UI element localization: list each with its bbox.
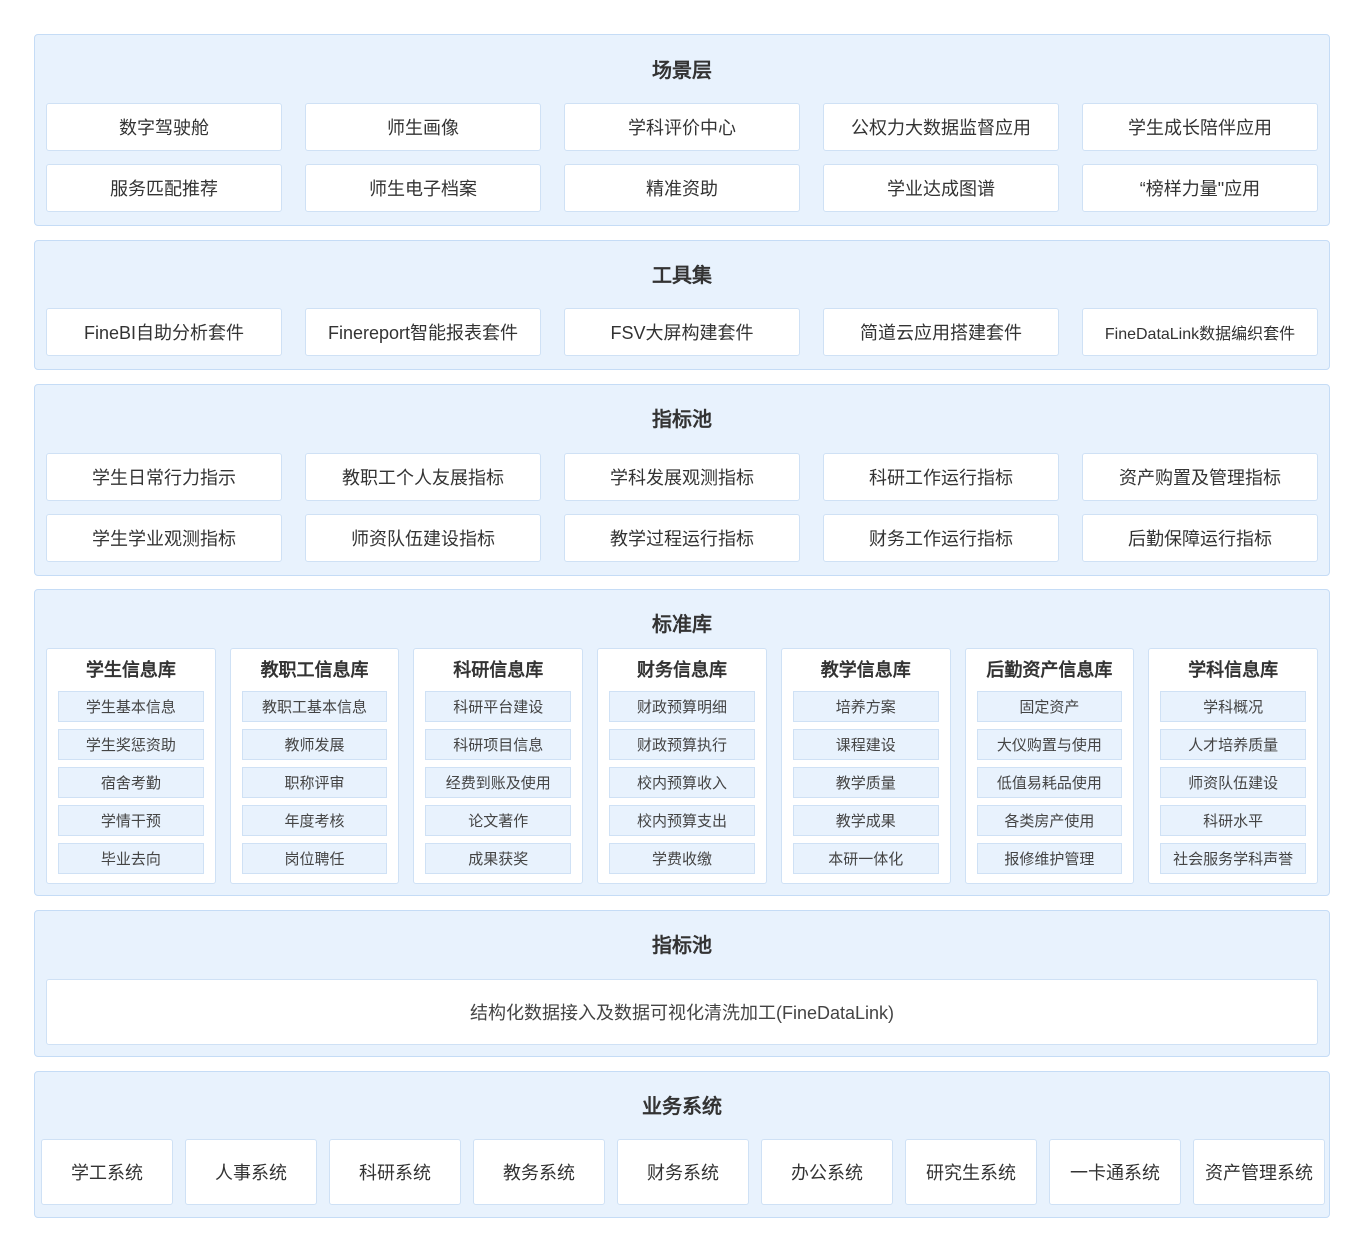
library-item: 学科概况 xyxy=(1160,691,1306,722)
business-systems-layer: 业务系统 学工系统 人事系统 科研系统 教务系统 财务系统 办公系统 研究生系统… xyxy=(34,1071,1330,1218)
library-title: 财务信息库 xyxy=(636,660,727,680)
library-item: 培养方案 xyxy=(792,691,939,722)
library-item: 教师发展 xyxy=(241,729,388,760)
library-item: 教学质量 xyxy=(792,767,939,798)
library-item: 经费到账及使用 xyxy=(425,767,572,798)
scene-item: 服务匹配推荐 xyxy=(46,164,282,212)
library-item: 岗位聘任 xyxy=(241,843,388,874)
scene-layer-title: 场景层 xyxy=(652,60,712,82)
library-title: 教学信息库 xyxy=(820,660,911,680)
library-item: 成果获奖 xyxy=(425,843,572,874)
scene-item: 精准资助 xyxy=(564,164,800,212)
business-systems-title: 业务系统 xyxy=(642,1096,722,1118)
library-card: 财务信息库 财政预算明细 财政预算执行 校内预算收入 校内预算支出 学费收缴 xyxy=(597,648,767,884)
library-title: 后勤资产信息库 xyxy=(986,660,1113,680)
library-item: 学费收缴 xyxy=(609,843,755,874)
library-item: 职称评审 xyxy=(241,767,388,798)
tool-item: Finereport智能报表套件 xyxy=(305,308,541,356)
library-item: 各类房产使用 xyxy=(976,805,1123,836)
indicator-pool-layer: 指标池 学生日常行力指示 教职工个人友展指标 学科发展观测指标 科研工作运行指标… xyxy=(34,384,1330,576)
toolset-layer: 工具集 FineBI自助分析套件 Finereport智能报表套件 FSV大屏构… xyxy=(34,240,1330,370)
tool-item: 简道云应用搭建套件 xyxy=(823,308,1059,356)
indicator-item: 后勤保障运行指标 xyxy=(1082,514,1318,562)
tool-item: FSV大屏构建套件 xyxy=(564,308,800,356)
library-item: 科研水平 xyxy=(1160,805,1306,836)
library-card: 学科信息库 学科概况 人才培养质量 师资队伍建设 科研水平 社会服务学科声誉 xyxy=(1148,648,1318,884)
scene-item: 学科评价中心 xyxy=(564,103,800,151)
library-item: 财政预算执行 xyxy=(609,729,755,760)
indicator-item: 学科发展观测指标 xyxy=(564,453,800,501)
system-item: 资产管理系统 xyxy=(1193,1139,1325,1205)
system-item: 一卡通系统 xyxy=(1049,1139,1181,1205)
indicator-item: 教学过程运行指标 xyxy=(564,514,800,562)
library-item: 科研项目信息 xyxy=(425,729,572,760)
system-item: 教务系统 xyxy=(473,1139,605,1205)
toolset-layer-title: 工具集 xyxy=(652,265,712,287)
indicator-item: 学生日常行力指示 xyxy=(46,453,282,501)
library-card: 教学信息库 培养方案 课程建设 教学质量 教学成果 本研一体化 xyxy=(780,648,951,884)
indicator-pool-title: 指标池 xyxy=(652,409,712,431)
data-integration-layer: 指标池 结构化数据接入及数据可视化清洗加工(FineDataLink) xyxy=(34,910,1330,1057)
library-item: 报修维护管理 xyxy=(976,843,1123,874)
indicator-item: 学生学业观测指标 xyxy=(46,514,282,562)
standard-library-layer: 标准库 学生信息库 学生基本信息 学生奖惩资助 宿舍考勤 学情干预 毕业去向 教… xyxy=(34,589,1330,896)
data-integration-title: 指标池 xyxy=(652,935,712,957)
library-item: 学生奖惩资助 xyxy=(58,729,204,760)
library-item: 本研一体化 xyxy=(792,843,939,874)
library-item: 财政预算明细 xyxy=(609,691,755,722)
scene-item: 学生成长陪伴应用 xyxy=(1082,103,1318,151)
library-card: 后勤资产信息库 固定资产 大仪购置与使用 低值易耗品使用 各类房产使用 报修维护… xyxy=(964,648,1135,884)
tool-item: FineBI自助分析套件 xyxy=(46,308,282,356)
library-item: 毕业去向 xyxy=(58,843,204,874)
indicator-item: 教职工个人友展指标 xyxy=(305,453,541,501)
system-item: 人事系统 xyxy=(185,1139,317,1205)
scene-layer: 场景层 数字驾驶舱 师生画像 学科评价中心 公权力大数据监督应用 学生成长陪伴应… xyxy=(34,34,1330,226)
library-item: 固定资产 xyxy=(976,691,1123,722)
library-item: 学生基本信息 xyxy=(58,691,204,722)
scene-item: 公权力大数据监督应用 xyxy=(823,103,1059,151)
library-item: 宿舍考勤 xyxy=(58,767,204,798)
scene-item: 数字驾驶舱 xyxy=(46,103,282,151)
library-item: 教学成果 xyxy=(792,805,939,836)
system-item: 科研系统 xyxy=(329,1139,461,1205)
library-item: 学情干预 xyxy=(58,805,204,836)
system-item: 学工系统 xyxy=(41,1139,173,1205)
library-item: 人才培养质量 xyxy=(1160,729,1306,760)
system-item: 财务系统 xyxy=(617,1139,749,1205)
library-card: 科研信息库 科研平台建设 科研项目信息 经费到账及使用 论文著作 成果获奖 xyxy=(413,648,584,884)
library-item: 论文著作 xyxy=(425,805,572,836)
library-item: 年度考核 xyxy=(241,805,388,836)
library-title: 学科信息库 xyxy=(1188,660,1279,680)
indicator-item: 资产购置及管理指标 xyxy=(1082,453,1318,501)
indicator-item: 师资队伍建设指标 xyxy=(305,514,541,562)
library-title: 教职工信息库 xyxy=(260,660,369,680)
library-item: 校内预算收入 xyxy=(609,767,755,798)
scene-item: 师生电子档案 xyxy=(305,164,541,212)
library-item: 社会服务学科声誉 xyxy=(1160,843,1306,874)
library-item: 师资队伍建设 xyxy=(1160,767,1306,798)
library-item: 教职工基本信息 xyxy=(241,691,388,722)
indicator-item: 财务工作运行指标 xyxy=(823,514,1059,562)
system-item: 研究生系统 xyxy=(905,1139,1037,1205)
library-item: 大仪购置与使用 xyxy=(976,729,1123,760)
library-title: 学生信息库 xyxy=(85,660,176,680)
scene-item: “榜样力量"应用 xyxy=(1082,164,1318,212)
library-title: 科研信息库 xyxy=(453,660,544,680)
library-item: 低值易耗品使用 xyxy=(976,767,1123,798)
library-item: 科研平台建设 xyxy=(425,691,572,722)
scene-item: 师生画像 xyxy=(305,103,541,151)
indicator-item: 科研工作运行指标 xyxy=(823,453,1059,501)
library-card: 教职工信息库 教职工基本信息 教师发展 职称评审 年度考核 岗位聘任 xyxy=(229,648,400,884)
library-card: 学生信息库 学生基本信息 学生奖惩资助 宿舍考勤 学情干预 毕业去向 xyxy=(46,648,216,884)
library-item: 校内预算支出 xyxy=(609,805,755,836)
scene-item: 学业达成图谱 xyxy=(823,164,1059,212)
tool-item: FineDataLink数据编织套件 xyxy=(1082,308,1318,356)
library-item: 课程建设 xyxy=(792,729,939,760)
data-integration-box: 结构化数据接入及数据可视化清洗加工(FineDataLink) xyxy=(46,979,1318,1045)
system-item: 办公系统 xyxy=(761,1139,893,1205)
standard-library-title: 标准库 xyxy=(652,614,712,636)
